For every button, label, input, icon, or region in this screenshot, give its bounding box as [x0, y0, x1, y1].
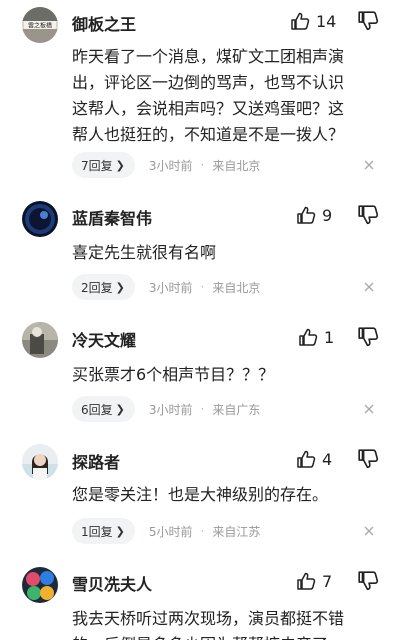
comment-text: 您是零关注！也是大神级别的存在。 [72, 485, 329, 504]
like-count: 1 [324, 327, 335, 347]
comment-meta: 7回复 ❯ 3小时前 · 来自北京 [72, 152, 260, 178]
close-icon[interactable] [362, 402, 376, 416]
replies-count: 2回复 [81, 280, 113, 295]
close-icon[interactable] [362, 158, 376, 172]
thumbs-down-icon[interactable] [357, 326, 379, 348]
chevron-right-icon: ❯ [115, 524, 125, 538]
avatar-logo-text: 雲之板橋 [28, 22, 52, 30]
comment-time: 5小时前 [148, 524, 193, 539]
like-button[interactable]: 4 [296, 446, 332, 472]
replies-button[interactable]: 7回复 ❯ [72, 152, 135, 178]
comment-time: 3小时前 [148, 280, 193, 295]
meta-separator: · [200, 158, 205, 172]
comment-time: 3小时前 [148, 402, 193, 417]
like-count: 7 [322, 571, 333, 591]
thumbs-down-icon[interactable] [357, 10, 379, 32]
avatar[interactable] [22, 567, 58, 603]
thumbs-up-icon [291, 12, 310, 30]
comment-location: 来自江苏 [212, 524, 261, 539]
username[interactable]: 冷天文耀 [72, 327, 136, 351]
like-button[interactable]: 14 [290, 8, 336, 34]
close-icon[interactable] [362, 524, 376, 538]
comment-location: 来自北京 [212, 280, 261, 295]
replies-button[interactable]: 6回复 ❯ [72, 396, 135, 422]
comment-meta: 2回复 ❯ 3小时前 · 来自北京 [72, 274, 260, 300]
comment-text: 喜定先生就很有名啊 [72, 243, 217, 262]
thumbs-up-icon [297, 450, 316, 468]
comment-meta: 1回复 ❯ 5小时前 · 来自江苏 [72, 518, 260, 544]
chevron-right-icon: ❯ [115, 158, 125, 172]
avatar[interactable] [22, 444, 58, 480]
comment-text: 买张票才6个相声节目？？？ [72, 365, 275, 384]
thumbs-up-icon [299, 328, 318, 346]
replies-button[interactable]: 1回复 ❯ [72, 518, 135, 544]
like-count: 14 [316, 11, 337, 31]
avatar[interactable] [22, 322, 58, 358]
username[interactable]: 御板之王 [72, 11, 136, 35]
like-button[interactable]: 1 [298, 324, 334, 350]
username[interactable]: 蓝盾秦智伟 [72, 205, 152, 229]
avatar[interactable]: 雲之板橋 [22, 7, 58, 43]
comment-text: 我去天桥听过两次现场，演员都挺不错 的，后倒是多多少因为帮帮搪去帝了 [72, 609, 345, 640]
thumbs-up-icon [297, 206, 316, 224]
replies-count: 6回复 [81, 402, 113, 417]
comment-location: 来自北京 [212, 158, 261, 173]
like-button[interactable]: 7 [296, 568, 332, 594]
comment-meta: 6回复 ❯ 3小时前 · 来自广东 [72, 396, 260, 422]
meta-separator: · [200, 524, 205, 538]
comment-text: 昨天看了一个消息，煤矿文工团相声演 出，评论区一边倒的骂声，也骂不认识 这帮人，… [72, 47, 345, 144]
chevron-right-icon: ❯ [115, 280, 125, 294]
meta-separator: · [200, 280, 205, 294]
like-count: 4 [322, 449, 333, 469]
thumbs-down-icon[interactable] [357, 448, 379, 470]
comment-time: 3小时前 [148, 158, 193, 173]
thumbs-up-icon [297, 572, 316, 590]
chevron-right-icon: ❯ [115, 402, 125, 416]
comment-feed: 雲之板橋 御板之王 14 昨天看了一个消息，煤矿文工团相声演 出，评论区一边倒的… [0, 0, 400, 640]
replies-button[interactable]: 2回复 ❯ [72, 274, 135, 300]
like-button[interactable]: 9 [296, 202, 332, 228]
comment-location: 来自广东 [212, 402, 261, 417]
meta-separator: · [200, 402, 205, 416]
thumbs-down-icon[interactable] [357, 570, 379, 592]
replies-count: 7回复 [81, 158, 113, 173]
thumbs-down-icon[interactable] [357, 204, 379, 226]
username[interactable]: 探路者 [72, 449, 120, 473]
close-icon[interactable] [362, 280, 376, 294]
like-count: 9 [322, 205, 333, 225]
avatar[interactable] [22, 201, 58, 237]
replies-count: 1回复 [81, 524, 113, 539]
username[interactable]: 雪贝冼夫人 [72, 571, 152, 595]
